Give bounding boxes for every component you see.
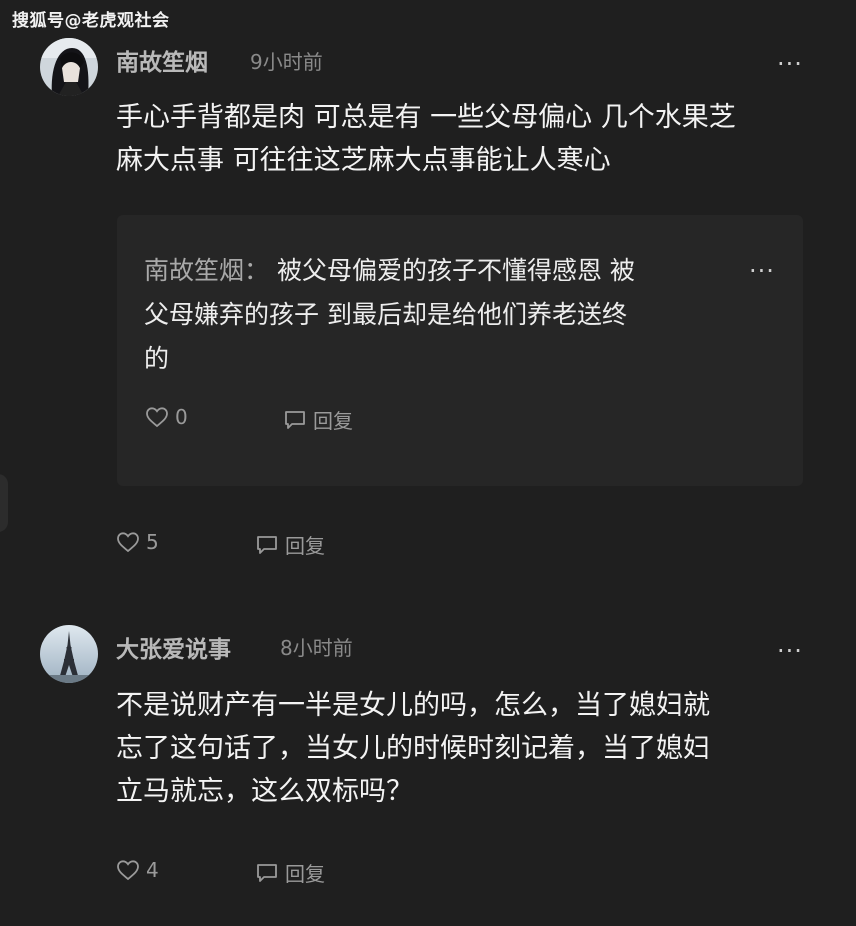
comment-line: 手心手背都是肉 可总是有 一些父母偏心 几个水果芝 [116,102,736,133]
reply-body: 南故笙烟： 被父母偏爱的孩子不懂得感恩 被 父母嫌弃的孩子 到最后却是给他们养老… [144,249,724,381]
comment-feed: 搜狐号@老虎观社会 南故笙烟 9小时前 ··· 手心手背都是肉 可总是有 一些父… [0,0,856,926]
comment-line: 不是说财产有一半是女儿的吗，怎么，当了媳妇就 [116,690,710,721]
comment-bubble-icon [285,410,305,429]
reply-line: 的 [144,344,170,373]
avatar-image-dark-hair [40,38,98,96]
reply-reply-label: 回复 [313,409,353,433]
heart-outline-icon [117,532,139,553]
heart-outline-icon [117,860,139,881]
like-count: 4 [146,858,159,882]
reply-reply-button[interactable]: 回复 [283,405,353,434]
comment-body: 手心手背都是肉 可总是有 一些父母偏心 几个水果芝 麻大点事 可往往这芝麻大点事… [116,96,736,182]
comment-timestamp: 9小时前 [250,50,323,74]
side-scroll-handle[interactable] [0,474,8,532]
reply-label: 回复 [285,534,325,558]
reply-box: 南故笙烟： 被父母偏爱的孩子不懂得感恩 被 父母嫌弃的孩子 到最后却是给他们养老… [117,215,803,486]
avatar-image-eiffel-tower [40,625,98,683]
reply-button[interactable]: 回复 [255,530,325,559]
reply-like-count: 0 [175,405,188,429]
comment-bubble-icon [257,535,277,554]
comment-line: 忘了这句话了，当女儿的时候时刻记着，当了媳妇 [116,733,710,764]
comment-bubble-icon [257,863,277,882]
reply-button[interactable]: 回复 [255,858,325,887]
like-button[interactable]: 4 [116,858,159,882]
comment-username[interactable]: 南故笙烟 [116,43,208,77]
comment-timestamp: 8小时前 [280,636,353,660]
reply-line: 被父母偏爱的孩子不懂得感恩 被 [276,256,635,285]
avatar[interactable] [40,38,98,96]
comment-line: 立马就忘，这么双标吗？ [116,776,413,807]
comment-username[interactable]: 大张爱说事 [116,630,231,664]
watermark: 搜狐号@老虎观社会 [12,11,170,31]
more-dots-icon[interactable]: ··· [777,637,803,665]
reply-label: 回复 [285,862,325,886]
reply-line: 父母嫌弃的孩子 到最后却是给他们养老送终 [144,300,627,329]
like-count: 5 [146,530,159,554]
comment-line: 麻大点事 可往往这芝麻大点事能让人寒心 [116,145,611,176]
comment-body: 不是说财产有一半是女儿的吗，怎么，当了媳妇就 忘了这句话了，当女儿的时候时刻记着… [116,684,710,813]
like-button[interactable]: 5 [116,530,159,554]
avatar[interactable] [40,625,98,683]
heart-outline-icon [146,407,168,428]
reply-username[interactable]: 南故笙烟： [144,256,269,285]
more-dots-icon[interactable]: ··· [749,257,775,285]
reply-like-button[interactable]: 0 [145,405,188,429]
more-dots-icon[interactable]: ··· [777,50,803,78]
